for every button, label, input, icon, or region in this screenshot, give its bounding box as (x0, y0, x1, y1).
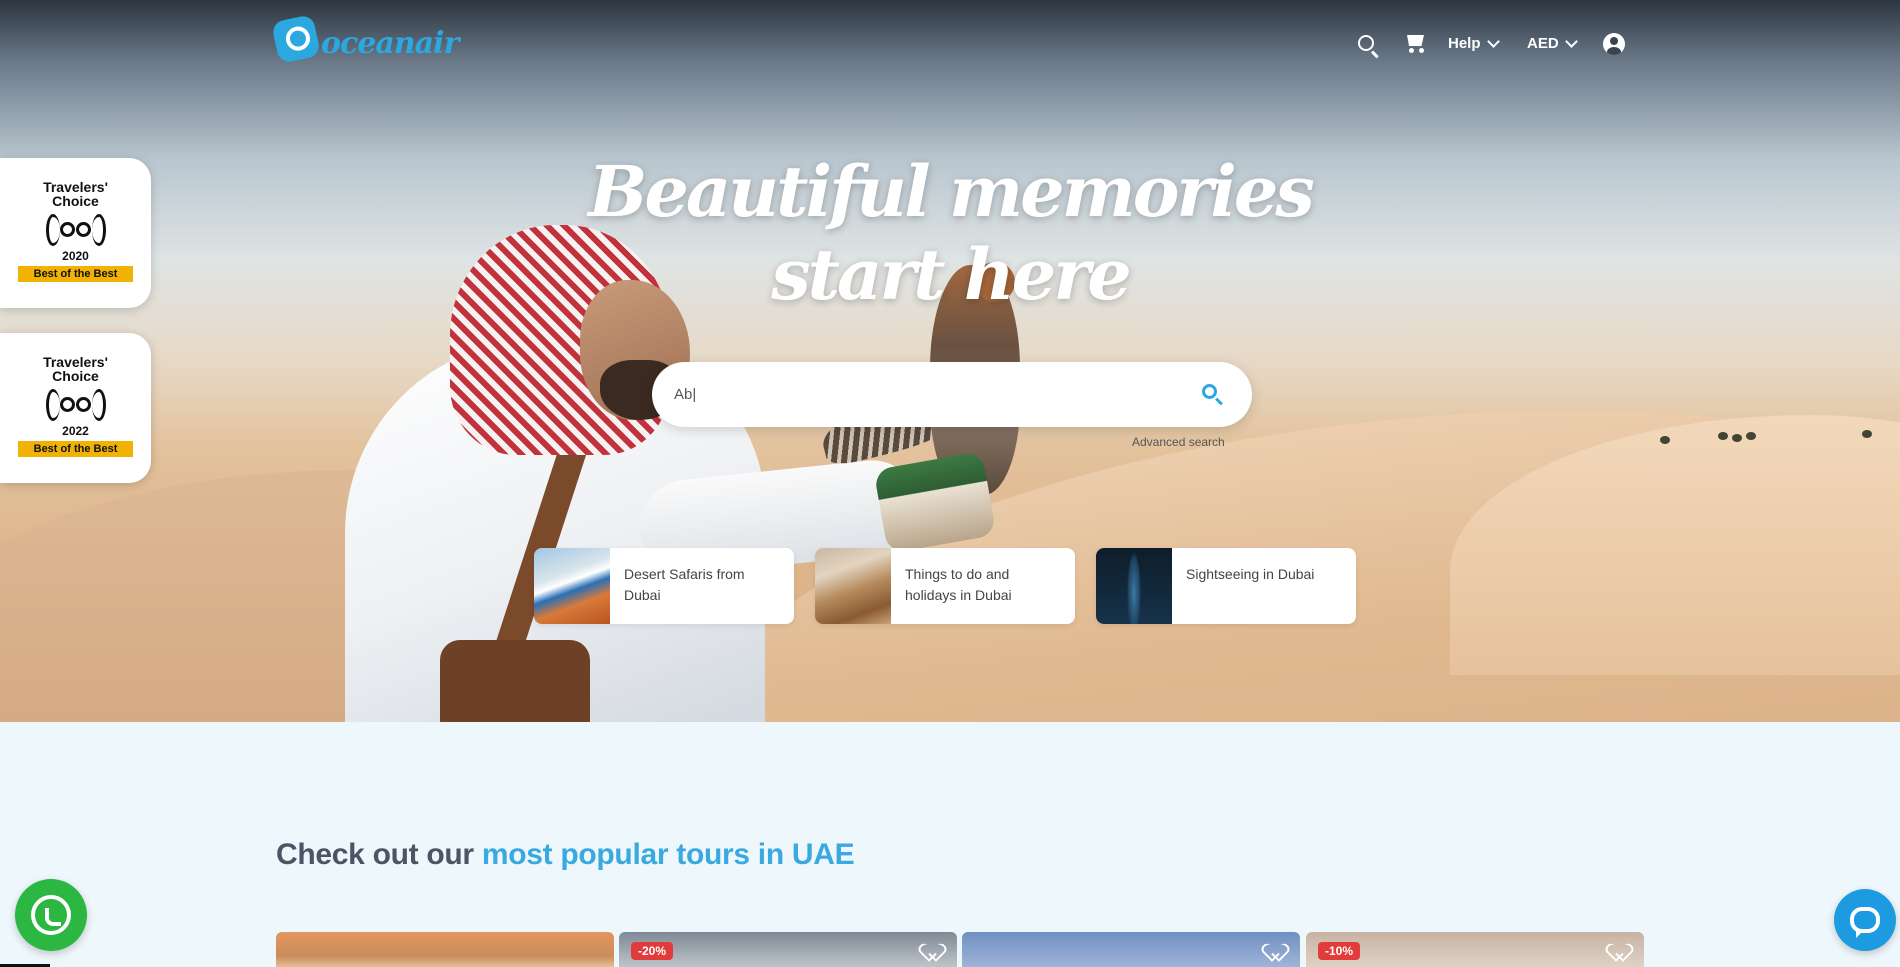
cart-icon[interactable] (1404, 34, 1426, 53)
discount-badge: -20% (631, 942, 674, 960)
hero-headline: Beautiful memories start here (588, 150, 1315, 316)
currency-label: AED (1527, 35, 1559, 52)
category-card-sightseeing[interactable]: Sightseeing in Dubai (1096, 548, 1356, 624)
travelers-choice-badge-2022[interactable]: Travelers' Choice 2022 Best of the Best (0, 333, 151, 483)
category-label: Desert Safaris from Dubai (624, 566, 745, 603)
whatsapp-button[interactable] (15, 879, 87, 951)
search-icon[interactable] (1202, 384, 1224, 406)
tree-shape (1732, 434, 1742, 442)
tour-card[interactable]: -10% (1306, 932, 1644, 967)
tour-card[interactable] (962, 932, 1300, 967)
category-thumbnail (534, 548, 610, 624)
travelers-choice-badge-2020[interactable]: Travelers' Choice 2020 Best of the Best (0, 158, 151, 308)
brand-logo[interactable]: oceanair (271, 13, 459, 64)
help-label: Help (1448, 35, 1481, 52)
section-title: Check out our most popular tours in UAE (276, 838, 855, 872)
chevron-down-icon (1564, 34, 1578, 48)
category-thumbnail (815, 548, 891, 624)
chat-button[interactable] (1834, 889, 1896, 951)
logo-icon (271, 13, 321, 64)
advanced-search-link[interactable]: Advanced search (1132, 435, 1225, 449)
search-box (652, 362, 1252, 427)
badge-year: 2020 (62, 249, 89, 263)
help-menu[interactable]: Help (1448, 34, 1500, 52)
category-label: Sightseeing in Dubai (1186, 566, 1315, 582)
search-input[interactable] (674, 372, 1174, 417)
badge-title: Travelers' Choice (43, 179, 108, 209)
tree-shape (1660, 436, 1670, 444)
chevron-down-icon (1486, 34, 1500, 48)
tree-shape (1746, 432, 1756, 440)
tree-shape (1718, 432, 1728, 440)
search-icon[interactable] (1358, 35, 1374, 51)
heart-icon[interactable] (1612, 944, 1628, 960)
site-header: oceanair Help AED (0, 0, 1900, 90)
category-thumbnail (1096, 548, 1172, 624)
bag (440, 640, 590, 722)
badge-ribbon: Best of the Best (18, 266, 133, 282)
category-label: Things to do and holidays in Dubai (905, 566, 1012, 603)
category-card-desert-safaris[interactable]: Desert Safaris from Dubai (534, 548, 794, 624)
tour-card[interactable]: -20% (619, 932, 957, 967)
badge-ribbon: Best of the Best (18, 441, 133, 457)
badge-title: Travelers' Choice (43, 354, 108, 384)
chat-icon (1850, 907, 1880, 933)
whatsapp-icon (31, 895, 71, 935)
logo-text: oceanair (321, 26, 459, 61)
user-circle-icon[interactable] (1603, 33, 1625, 55)
section-title-text: Check out our (276, 838, 482, 871)
tripadvisor-owl-icon (45, 387, 106, 423)
currency-menu[interactable]: AED (1527, 34, 1578, 52)
heart-icon[interactable] (925, 944, 941, 960)
tree-shape (1862, 430, 1872, 438)
tour-card[interactable] (276, 932, 614, 967)
heart-icon[interactable] (1268, 944, 1284, 960)
category-card-things-to-do[interactable]: Things to do and holidays in Dubai (815, 548, 1075, 624)
tripadvisor-owl-icon (45, 212, 106, 248)
section-title-highlight: most popular tours in UAE (481, 838, 855, 871)
badge-year: 2022 (62, 424, 89, 438)
discount-badge: -10% (1318, 942, 1361, 960)
